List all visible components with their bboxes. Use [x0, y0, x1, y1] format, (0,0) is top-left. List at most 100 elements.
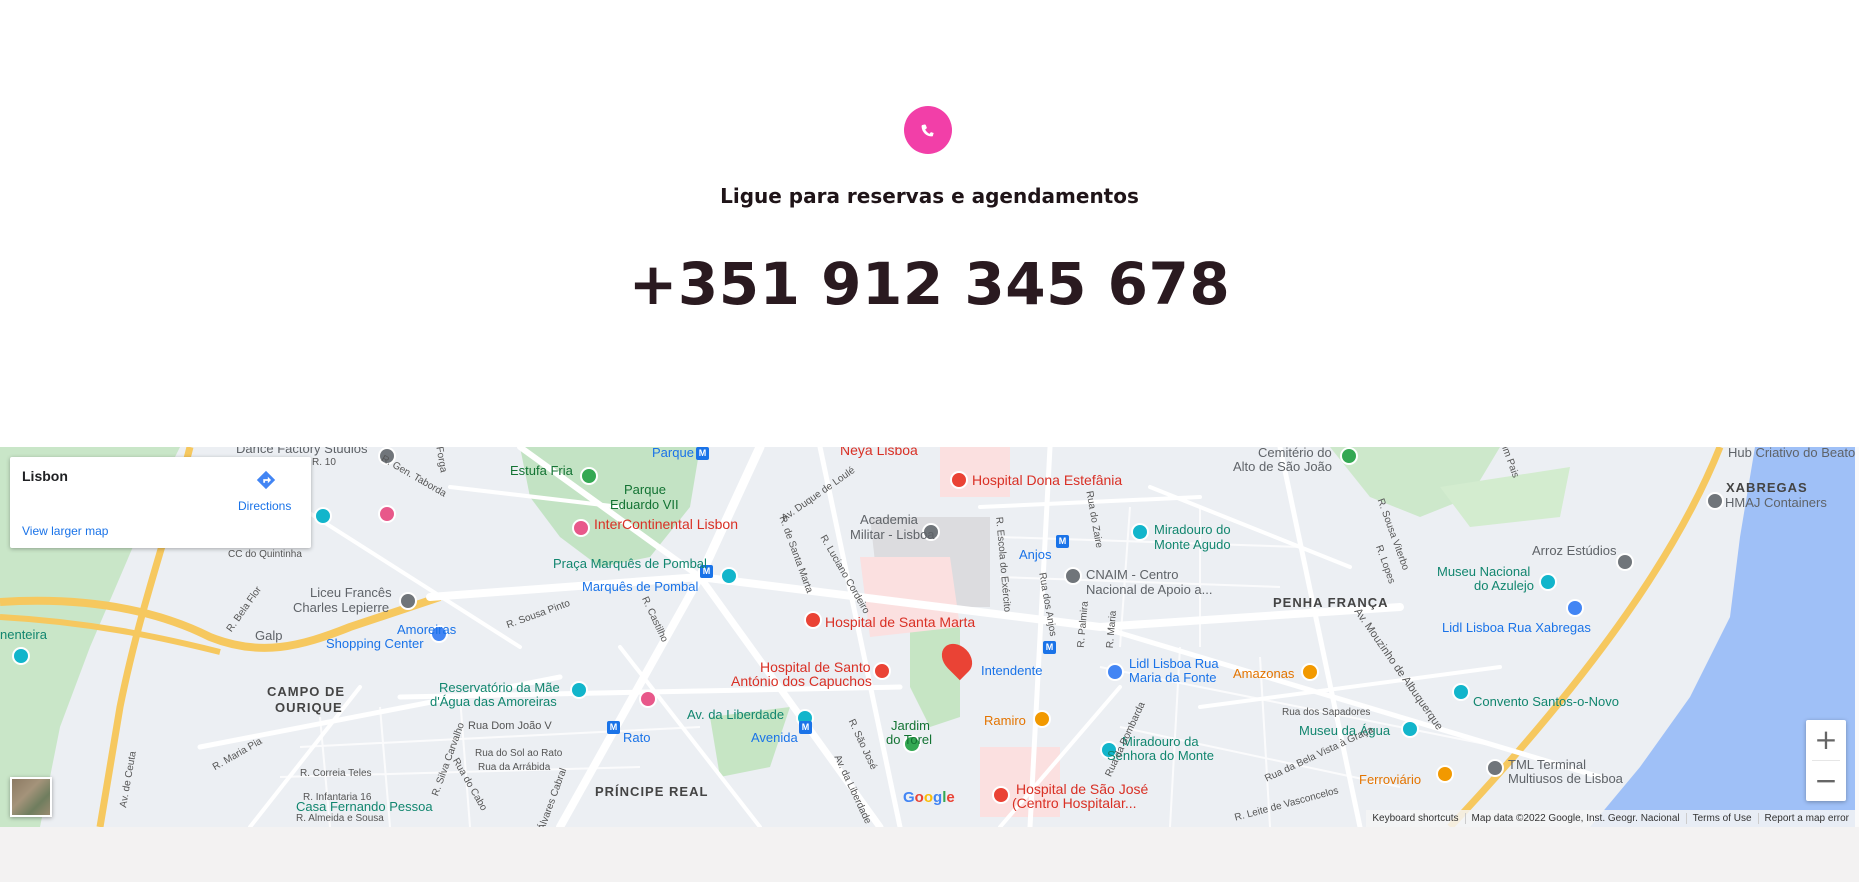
map-label: Academia — [860, 512, 918, 527]
shop-marker[interactable] — [1566, 599, 1584, 617]
contact-section: Ligue para reservas e agendamentos +351 … — [0, 0, 1859, 447]
report-error-link[interactable]: Report a map error — [1757, 813, 1855, 824]
street-label: R. Correia Teles — [300, 768, 372, 779]
map-label: Parque — [652, 447, 694, 460]
landmark-marker[interactable] — [570, 681, 588, 699]
hospital-marker[interactable] — [992, 786, 1010, 804]
shop-marker[interactable] — [1106, 663, 1124, 681]
landmark-marker[interactable] — [12, 647, 30, 665]
map-label: nenteira — [0, 627, 47, 642]
map-label: Intendente — [981, 663, 1043, 678]
map-label: Museu Nacional — [1437, 564, 1531, 579]
map-label: Ferroviário — [1359, 772, 1422, 787]
map-label: Rato — [623, 730, 651, 745]
keyboard-shortcuts-link[interactable]: Keyboard shortcuts — [1366, 813, 1464, 824]
hotel-marker[interactable] — [378, 505, 396, 523]
restaurant-marker[interactable] — [1436, 765, 1454, 783]
metro-icon[interactable]: M — [1056, 535, 1069, 548]
street-label: CC do Quintinha — [228, 549, 302, 560]
map-label: InterContinental Lisbon — [594, 516, 738, 532]
metro-icon[interactable]: M — [696, 447, 709, 460]
map-label: Reservatório da Mãe — [439, 680, 560, 695]
view-larger-map-link[interactable]: View larger map — [22, 524, 108, 538]
park-marker[interactable] — [580, 467, 598, 485]
map-label: Maria da Fonte — [1129, 670, 1217, 685]
map-label: Multiusos de Lisboa — [1508, 771, 1623, 786]
zoom-out-button[interactable]: − — [1806, 761, 1846, 801]
map-label: Eduardo VII — [610, 497, 679, 512]
restaurant-marker[interactable] — [1301, 663, 1319, 681]
map-label: Neya Lisboa — [840, 447, 918, 458]
restaurant-marker[interactable] — [1033, 710, 1051, 728]
map-label: Monte Agudo — [1154, 537, 1231, 552]
map-label: Praça Marquês de Pombal — [553, 556, 707, 571]
map-label: CAMPO DE — [267, 684, 346, 699]
map-label: Ramiro — [984, 713, 1026, 728]
satellite-layer-toggle[interactable] — [10, 777, 52, 817]
page-footer-band — [0, 827, 1859, 882]
metro-icon[interactable]: M — [1043, 641, 1056, 654]
landmark-marker[interactable] — [720, 567, 738, 585]
map-label: Amazonas — [1233, 666, 1295, 681]
map-label: PENHA FRANÇA — [1273, 595, 1389, 610]
landmark-marker[interactable] — [1401, 720, 1419, 738]
street-label: R. Infantaria 16 — [303, 792, 372, 803]
place-marker[interactable] — [399, 592, 417, 610]
map-label: CNAIM - Centro — [1086, 567, 1179, 582]
contact-heading: Ligue para reservas e agendamentos — [720, 184, 1139, 208]
map-label: d'Água das Amoreiras — [430, 694, 557, 709]
map-label: Hospital de Santa Marta — [825, 614, 976, 630]
landmark-marker[interactable] — [1452, 683, 1470, 701]
hospital-marker[interactable] — [873, 662, 891, 680]
hotel-marker[interactable] — [572, 519, 590, 537]
map-label: Miradouro do — [1154, 522, 1231, 537]
park-marker[interactable] — [1340, 447, 1358, 465]
scrollbar-track[interactable] — [1855, 447, 1859, 827]
map-label: Nacional de Apoio a... — [1086, 582, 1213, 597]
map-label: Hub Criativo do Beato — [1728, 447, 1855, 460]
map-label: Av. da Liberdade — [687, 707, 785, 722]
map-label: Galp — [255, 628, 283, 643]
directions-icon[interactable] — [255, 469, 277, 491]
place-marker[interactable] — [1706, 492, 1724, 510]
landmark-marker[interactable] — [1131, 523, 1149, 541]
map-info-card: Lisbon Directions View larger map — [10, 457, 311, 548]
map-label: Jardim — [891, 718, 931, 733]
landmark-marker[interactable] — [1539, 573, 1557, 591]
map-label: do Torel — [886, 732, 933, 747]
map-label: Parque — [624, 482, 666, 497]
map-label: Lidl Lisboa Rua Xabregas — [1442, 620, 1591, 635]
map-attribution: Keyboard shortcuts Map data ©2022 Google… — [1366, 810, 1855, 827]
hospital-marker[interactable] — [804, 611, 822, 629]
map-label: TML Terminal — [1508, 757, 1587, 772]
map-label: Dance Factory Studios — [236, 447, 368, 456]
map-label: Shopping Center — [326, 636, 424, 651]
place-marker[interactable] — [1486, 759, 1504, 777]
map-label: Arroz Estúdios — [1532, 543, 1617, 558]
street-label: Rua do Sol ao Rato — [475, 748, 563, 759]
place-marker[interactable] — [1616, 553, 1634, 571]
map-label: (Centro Hospitalar... — [1012, 795, 1137, 811]
embedded-map[interactable]: M M M M M M Dance Factory Studios Estufa… — [0, 447, 1855, 827]
metro-icon[interactable]: M — [607, 721, 620, 734]
map-label: Alto de São João — [1233, 459, 1333, 474]
street-label: Rua dos Sapadores — [1282, 707, 1371, 718]
street-label: Rua Dom João V — [468, 720, 552, 732]
map-label: Charles Lepierre — [293, 600, 390, 615]
map-label: Militar - Lisboa — [850, 527, 935, 542]
landmark-marker[interactable] — [314, 507, 332, 525]
map-label: Anjos — [1019, 547, 1052, 562]
hospital-marker[interactable] — [950, 471, 968, 489]
phone-number[interactable]: +351 912 345 678 — [0, 250, 1859, 318]
zoom-control: + − — [1806, 720, 1846, 801]
directions-link[interactable]: Directions — [238, 499, 291, 513]
terms-link[interactable]: Terms of Use — [1685, 813, 1758, 824]
map-label: Amoreiras — [397, 622, 457, 637]
zoom-in-button[interactable]: + — [1806, 720, 1846, 760]
metro-icon[interactable]: M — [799, 721, 812, 734]
map-label: Avenida — [751, 730, 798, 745]
map-label: António dos Capuchos — [731, 673, 872, 689]
phone-icon — [904, 106, 952, 154]
place-marker[interactable] — [1064, 567, 1082, 585]
hotel-marker[interactable] — [639, 690, 657, 708]
